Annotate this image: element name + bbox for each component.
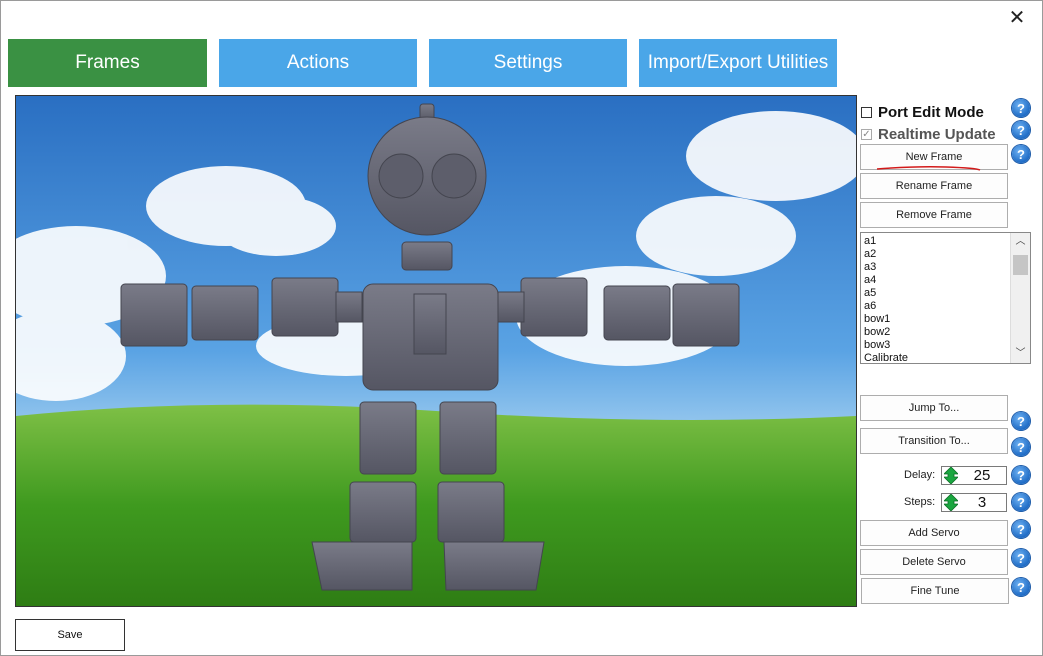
- scroll-up-icon[interactable]: ︿: [1011, 234, 1030, 250]
- list-item[interactable]: bow1: [864, 313, 1030, 326]
- help-icon[interactable]: ?: [1012, 549, 1030, 567]
- help-icon[interactable]: ?: [1012, 145, 1030, 163]
- help-icon[interactable]: ?: [1012, 493, 1030, 511]
- jump-to-button[interactable]: Jump To...: [860, 395, 1008, 421]
- delay-stepper[interactable]: 25: [941, 466, 1007, 485]
- tab-settings[interactable]: Settings: [429, 39, 627, 87]
- new-frame-button[interactable]: New Frame: [860, 144, 1008, 171]
- port-edit-mode-label: Port Edit Mode: [878, 104, 984, 121]
- list-item[interactable]: a1: [864, 235, 1030, 248]
- help-icon[interactable]: ?: [1012, 121, 1030, 139]
- robot-scene: [16, 96, 856, 606]
- scroll-thumb[interactable]: [1013, 255, 1028, 275]
- red-underline-mark: [876, 166, 981, 171]
- help-icon[interactable]: ?: [1012, 99, 1030, 117]
- frame-list-scrollbar[interactable]: ︿ ﹀: [1010, 233, 1030, 363]
- tab-actions[interactable]: Actions: [219, 39, 417, 87]
- scroll-down-icon[interactable]: ﹀: [1011, 346, 1030, 362]
- help-icon[interactable]: ?: [1012, 578, 1030, 596]
- steps-value[interactable]: 3: [958, 494, 1006, 511]
- help-icon[interactable]: ?: [1012, 520, 1030, 538]
- help-icon[interactable]: ?: [1012, 466, 1030, 484]
- delay-label: Delay:: [904, 469, 936, 481]
- realtime-update-checkbox[interactable]: ✓ Realtime Update: [861, 126, 996, 143]
- remove-frame-button[interactable]: Remove Frame: [860, 202, 1008, 228]
- rename-frame-button[interactable]: Rename Frame: [860, 173, 1008, 199]
- help-icon[interactable]: ?: [1012, 438, 1030, 456]
- checkbox-box[interactable]: [861, 107, 872, 118]
- list-item[interactable]: a4: [864, 274, 1030, 287]
- close-icon[interactable]: ✕: [1004, 5, 1030, 31]
- add-servo-button[interactable]: Add Servo: [860, 520, 1008, 546]
- new-frame-label: New Frame: [905, 151, 963, 163]
- frame-list-items: a1 a2 a3 a4 a5 a6 bow1 bow2 bow3 Calibrate: [861, 233, 1030, 365]
- help-icon[interactable]: ?: [1012, 412, 1030, 430]
- list-item[interactable]: a2: [864, 248, 1030, 261]
- list-item[interactable]: a3: [864, 261, 1030, 274]
- grass-field: [16, 404, 856, 606]
- tab-import-export[interactable]: Import/Export Utilities: [639, 39, 837, 87]
- realtime-update-label: Realtime Update: [878, 126, 996, 143]
- list-item[interactable]: a6: [864, 300, 1030, 313]
- frame-list[interactable]: a1 a2 a3 a4 a5 a6 bow1 bow2 bow3 Calibrate ︿ ﹀: [860, 232, 1031, 364]
- spin-arrows-icon[interactable]: [944, 467, 958, 484]
- tab-frames[interactable]: Frames: [8, 39, 207, 87]
- delay-value[interactable]: 25: [958, 467, 1006, 484]
- steps-label: Steps:: [904, 496, 936, 508]
- main-window: ✕ Frames Actions Settings Import/Export …: [0, 0, 1043, 656]
- list-item[interactable]: a5: [864, 287, 1030, 300]
- list-item[interactable]: Calibrate: [864, 352, 1030, 365]
- transition-to-button[interactable]: Transition To...: [860, 428, 1008, 454]
- port-edit-mode-checkbox[interactable]: Port Edit Mode: [861, 104, 984, 121]
- list-item[interactable]: bow2: [864, 326, 1030, 339]
- save-button[interactable]: Save: [15, 619, 125, 651]
- steps-stepper[interactable]: 3: [941, 493, 1007, 512]
- spin-arrows-icon[interactable]: [944, 494, 958, 511]
- fine-tune-button[interactable]: Fine Tune: [861, 578, 1009, 604]
- list-item[interactable]: bow3: [864, 339, 1030, 352]
- delete-servo-button[interactable]: Delete Servo: [860, 549, 1008, 575]
- robot-3d-viewport[interactable]: [15, 95, 857, 607]
- checkmark-icon[interactable]: ✓: [861, 129, 872, 140]
